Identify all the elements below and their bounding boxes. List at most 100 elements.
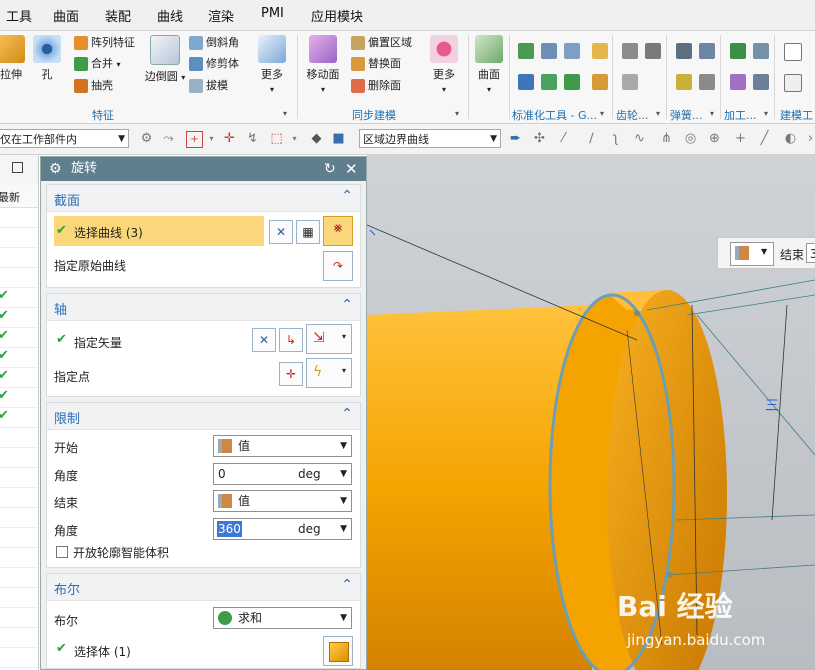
chevron-down-icon[interactable]: ▾ — [204, 131, 219, 146]
spring-tool-icon[interactable] — [699, 74, 715, 90]
machining-group-dropdown-icon[interactable]: ▾ — [764, 109, 768, 118]
move-face-button[interactable]: 移动面 ▾ — [302, 35, 344, 95]
menu-render[interactable]: 渲染 — [208, 6, 234, 25]
navigator-row[interactable] — [0, 547, 38, 568]
reset-icon[interactable]: ↻ — [324, 157, 336, 181]
arrow-right-icon[interactable]: ➨ — [508, 131, 523, 146]
modeling-tool-icon[interactable] — [784, 43, 802, 61]
start-angle-input[interactable]: 0 deg ▼ — [213, 463, 352, 485]
spline-icon[interactable]: ∿ — [632, 131, 647, 146]
navigator-row[interactable]: ✔ — [0, 287, 38, 308]
spring-group-dropdown-icon[interactable]: ▾ — [710, 109, 714, 118]
boolean-panel-header[interactable]: 布尔 ⌃ — [47, 574, 360, 601]
navigator-row[interactable]: ✔ — [0, 307, 38, 328]
chevron-up-icon[interactable]: ⌃ — [341, 406, 353, 422]
navigator-row[interactable]: ✔ — [0, 367, 38, 388]
navigator-row[interactable] — [0, 207, 38, 228]
sync-more-button[interactable]: 更多 ▾ — [423, 35, 465, 95]
vector-type-dropdown[interactable]: ⇲ ▾ — [306, 324, 352, 354]
line-icon[interactable]: ∕ — [584, 131, 599, 146]
curve-icon[interactable]: ʅ — [608, 131, 623, 146]
offset-region-button[interactable]: 偏置区域 — [351, 34, 412, 52]
standard-tool-icon[interactable] — [541, 74, 557, 90]
chevron-up-icon[interactable]: ⌃ — [341, 188, 353, 204]
gear-tool-icon[interactable] — [645, 43, 661, 59]
plus-icon[interactable]: + — [733, 131, 748, 146]
pattern-feature-button[interactable]: 阵列特征 — [74, 34, 135, 52]
cube-select-icon[interactable]: ■ — [331, 131, 346, 146]
circle-icon[interactable]: ◎ — [683, 131, 698, 146]
end-angle-input[interactable]: 360 deg ▼ — [213, 518, 352, 540]
select-body-button[interactable] — [323, 636, 353, 666]
navigator-row[interactable] — [0, 427, 38, 448]
origin-curve-button[interactable]: ↷ — [323, 251, 353, 281]
hole-button[interactable]: 孔 — [26, 35, 68, 82]
machining-tool-icon[interactable] — [730, 74, 746, 90]
navigator-row[interactable] — [0, 647, 38, 668]
replace-face-button[interactable]: 替换面 — [351, 55, 401, 73]
navigator-row[interactable] — [0, 267, 38, 288]
section-panel-header[interactable]: 截面 ⌃ — [47, 185, 360, 212]
eraser-icon[interactable]: ◆ — [309, 131, 324, 146]
navigator-row[interactable] — [0, 587, 38, 608]
lasso-icon[interactable]: ↯ — [245, 131, 260, 146]
navigator-row[interactable]: ✔ — [0, 327, 38, 348]
trim-body-button[interactable]: 修剪体 — [189, 55, 239, 73]
gear-icon[interactable]: ⚙ — [49, 157, 62, 181]
menu-tools[interactable]: 工具 — [6, 6, 32, 25]
chevron-up-icon[interactable]: ⌃ — [341, 297, 353, 313]
rectangle-select-icon[interactable]: ⬚ — [269, 131, 284, 146]
end-widget-input[interactable]: 3 — [806, 243, 815, 263]
feature-group-dropdown-icon[interactable]: ▾ — [283, 109, 287, 118]
open-profile-checkbox[interactable] — [56, 546, 68, 558]
menu-surface[interactable]: 曲面 — [53, 6, 79, 25]
shell-button[interactable]: 抽壳 — [74, 77, 113, 95]
navigator-row[interactable]: ✔ — [0, 347, 38, 368]
navigator-row[interactable]: ✔ — [0, 387, 38, 408]
sketch-section-button[interactable]: ▦ — [296, 220, 320, 244]
dialog-title-bar[interactable]: ⚙ 旋转 ↻ ✕ — [41, 157, 366, 181]
curve-rule-button[interactable]: ✕ — [269, 220, 293, 244]
menu-assembly[interactable]: 装配 — [105, 6, 131, 25]
more-icon[interactable]: › — [803, 131, 815, 146]
standard-tool-icon[interactable] — [592, 74, 608, 90]
select-box-icon[interactable]: + — [186, 131, 203, 148]
edge-blend-button[interactable]: 边倒圆 ▾ — [144, 35, 186, 84]
menu-curve[interactable]: 曲线 — [157, 6, 183, 25]
gear-tool-icon[interactable] — [622, 74, 638, 90]
gear-group-dropdown-icon[interactable]: ▾ — [656, 109, 660, 118]
gear-tool-icon[interactable] — [622, 43, 638, 59]
spring-tool-icon[interactable] — [699, 43, 715, 59]
surface-button[interactable]: 曲面 ▾ — [468, 35, 510, 95]
menu-pmi[interactable]: PMI — [261, 6, 284, 21]
spring-tool-icon[interactable] — [676, 74, 692, 90]
curve-select-button[interactable]: ⨳ — [323, 216, 353, 246]
navigator-row[interactable] — [0, 527, 38, 548]
select-curve-row[interactable]: ✔ 选择曲线 (3) — [54, 216, 264, 246]
center-icon[interactable]: ⊕ — [707, 131, 722, 146]
chamfer-button[interactable]: 倒斜角 — [189, 34, 239, 52]
axis-panel-header[interactable]: 轴 ⌃ — [47, 294, 360, 321]
sync-group-dropdown-icon[interactable]: ▾ — [455, 109, 459, 118]
close-icon[interactable]: ✕ — [345, 157, 358, 181]
navigator-row[interactable] — [0, 247, 38, 268]
snap-icon[interactable]: ✣ — [532, 131, 547, 146]
delete-face-button[interactable]: 删除面 — [351, 77, 401, 95]
standard-tool-icon[interactable] — [564, 74, 580, 90]
end-type-select[interactable]: 值 ▼ — [213, 490, 352, 512]
point-type-dropdown[interactable]: ϟ ▾ — [306, 358, 352, 388]
navigator-row[interactable] — [0, 507, 38, 528]
snap-icon[interactable]: ⤳ — [161, 131, 176, 146]
view-icon[interactable]: ◐ — [783, 131, 798, 146]
navigator-row[interactable] — [0, 607, 38, 628]
line-icon[interactable]: ╱ — [757, 131, 772, 146]
menu-application[interactable]: 应用模块 — [311, 6, 363, 25]
tangent-icon[interactable]: ⋔ — [659, 131, 674, 146]
line-icon[interactable]: ⁄ — [556, 131, 571, 146]
standard-tools-dropdown-icon[interactable]: ▾ — [600, 109, 604, 118]
standard-tool-icon[interactable] — [518, 74, 534, 90]
maximize-icon[interactable] — [12, 162, 23, 173]
standard-tool-icon[interactable] — [592, 43, 608, 59]
vector-dialog-button[interactable]: ↳ — [279, 328, 303, 352]
boolean-select[interactable]: 求和 ▼ — [213, 607, 352, 629]
